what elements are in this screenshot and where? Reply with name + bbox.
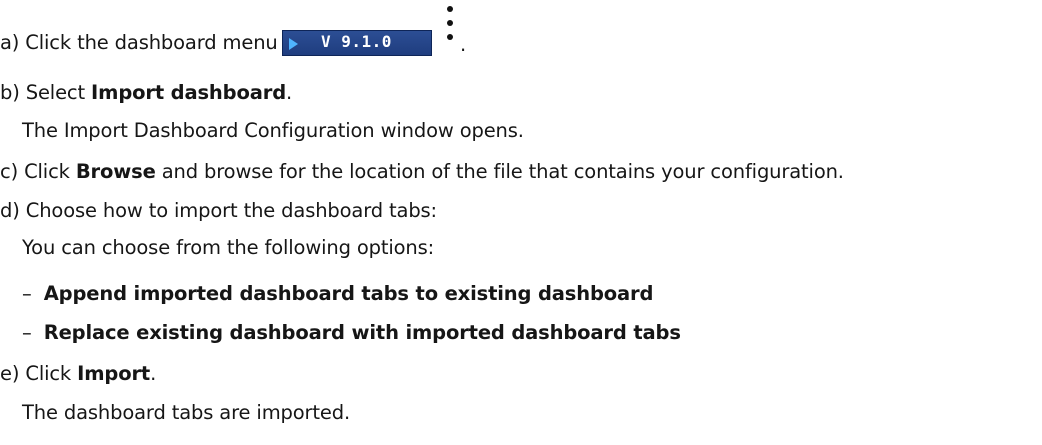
- option-bullet: –: [22, 321, 32, 344]
- step-b-suffix: .: [286, 81, 293, 104]
- import-dashboard-label: Import dashboard: [91, 81, 286, 104]
- kebab-dot-icon: [447, 6, 453, 12]
- step-b-prefix: b) Select: [0, 81, 92, 104]
- kebab-dot-icon: [447, 20, 453, 26]
- step-c-suffix: and browse for the location of the file …: [155, 160, 844, 183]
- step-a-suffix: .: [460, 33, 467, 56]
- step-e-note: The dashboard tabs are imported.: [22, 401, 351, 424]
- option-append-text: Append imported dashboard tabs to existi…: [43, 282, 654, 305]
- version-label: V 9.1.0: [321, 32, 392, 51]
- option-replace: – Replace existing dashboard with import…: [22, 321, 681, 344]
- step-e: e) Click Import.: [0, 362, 156, 385]
- browse-label: Browse: [75, 160, 156, 183]
- arrow-icon: [289, 38, 298, 50]
- step-e-prefix: e) Click: [0, 362, 78, 385]
- step-b: b) Select Import dashboard.: [0, 81, 292, 104]
- dashboard-menu-icon-image: V 9.1.0: [282, 30, 432, 56]
- step-a: a) Click the dashboard menu icon: [0, 31, 324, 54]
- step-e-suffix: .: [150, 362, 157, 385]
- kebab-dot-icon: [447, 34, 453, 40]
- import-label: Import: [77, 362, 151, 385]
- option-replace-text: Replace existing dashboard with imported…: [43, 321, 681, 344]
- step-b-note: The Import Dashboard Configuration windo…: [22, 119, 524, 142]
- step-d: d) Choose how to import the dashboard ta…: [0, 199, 437, 222]
- step-c-prefix: c) Click: [0, 160, 76, 183]
- option-bullet: –: [22, 282, 32, 305]
- step-a-text: a) Click the dashboard menu icon: [0, 31, 324, 54]
- kebab-menu-icon: [445, 6, 457, 58]
- option-append: – Append imported dashboard tabs to exis…: [22, 282, 653, 305]
- step-d-note: You can choose from the following option…: [22, 236, 435, 259]
- step-c: c) Click Browse and browse for the locat…: [0, 160, 844, 183]
